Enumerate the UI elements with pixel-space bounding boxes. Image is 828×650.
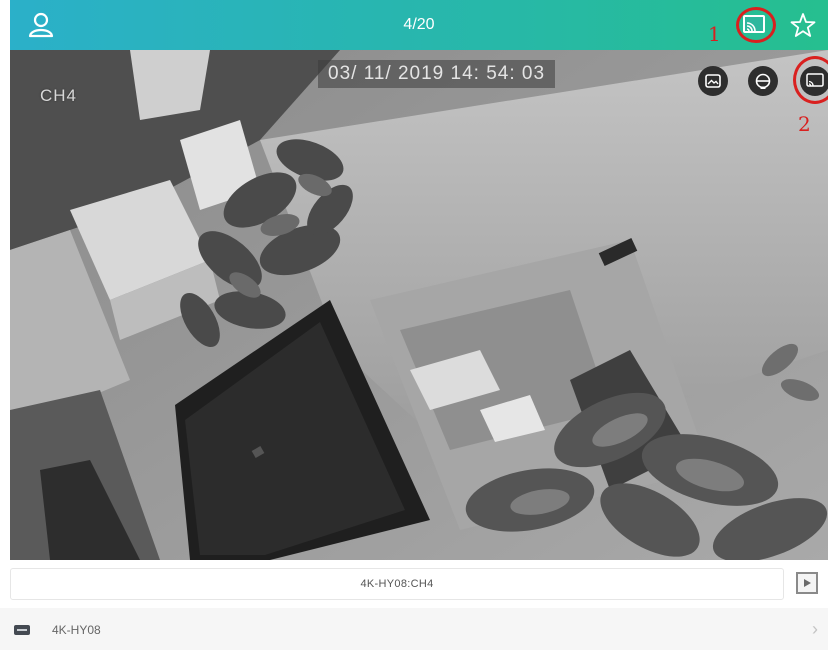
channel-name-bar[interactable]: 4K-HY08:CH4 [10, 568, 784, 600]
ptz-icon[interactable] [748, 66, 778, 96]
highlight-ring [736, 7, 776, 43]
play-icon[interactable] [796, 572, 818, 594]
list-item[interactable]: 4K-HY08 › [0, 614, 828, 648]
page-counter: 4/20 [403, 16, 435, 33]
camera-frame [10, 50, 828, 560]
timestamp-osd: 03/ 11/ 2019 14: 54: 03 [318, 60, 556, 88]
device-name: 4K-HY08 [52, 623, 101, 637]
annotation-marker-2: 2 [798, 112, 811, 136]
dvr-device-icon [14, 625, 30, 635]
video-view[interactable]: CH4 03/ 11/ 2019 14: 54: 03 2 [10, 50, 828, 560]
channel-name-label: 4K-HY08:CH4 [360, 578, 434, 590]
chevron-right-icon: › [812, 619, 818, 639]
app-root: 4/20 1 CH4 03/ 11/ 2019 14: 54: 03 2 4K-… [0, 0, 828, 650]
annotation-marker-1: 1 [708, 22, 721, 46]
channel-osd-label: CH4 [40, 86, 78, 105]
top-bar: 4/20 [10, 0, 828, 50]
user-icon[interactable] [24, 9, 58, 41]
snapshot-icon[interactable] [698, 66, 728, 96]
star-icon[interactable] [786, 8, 820, 42]
